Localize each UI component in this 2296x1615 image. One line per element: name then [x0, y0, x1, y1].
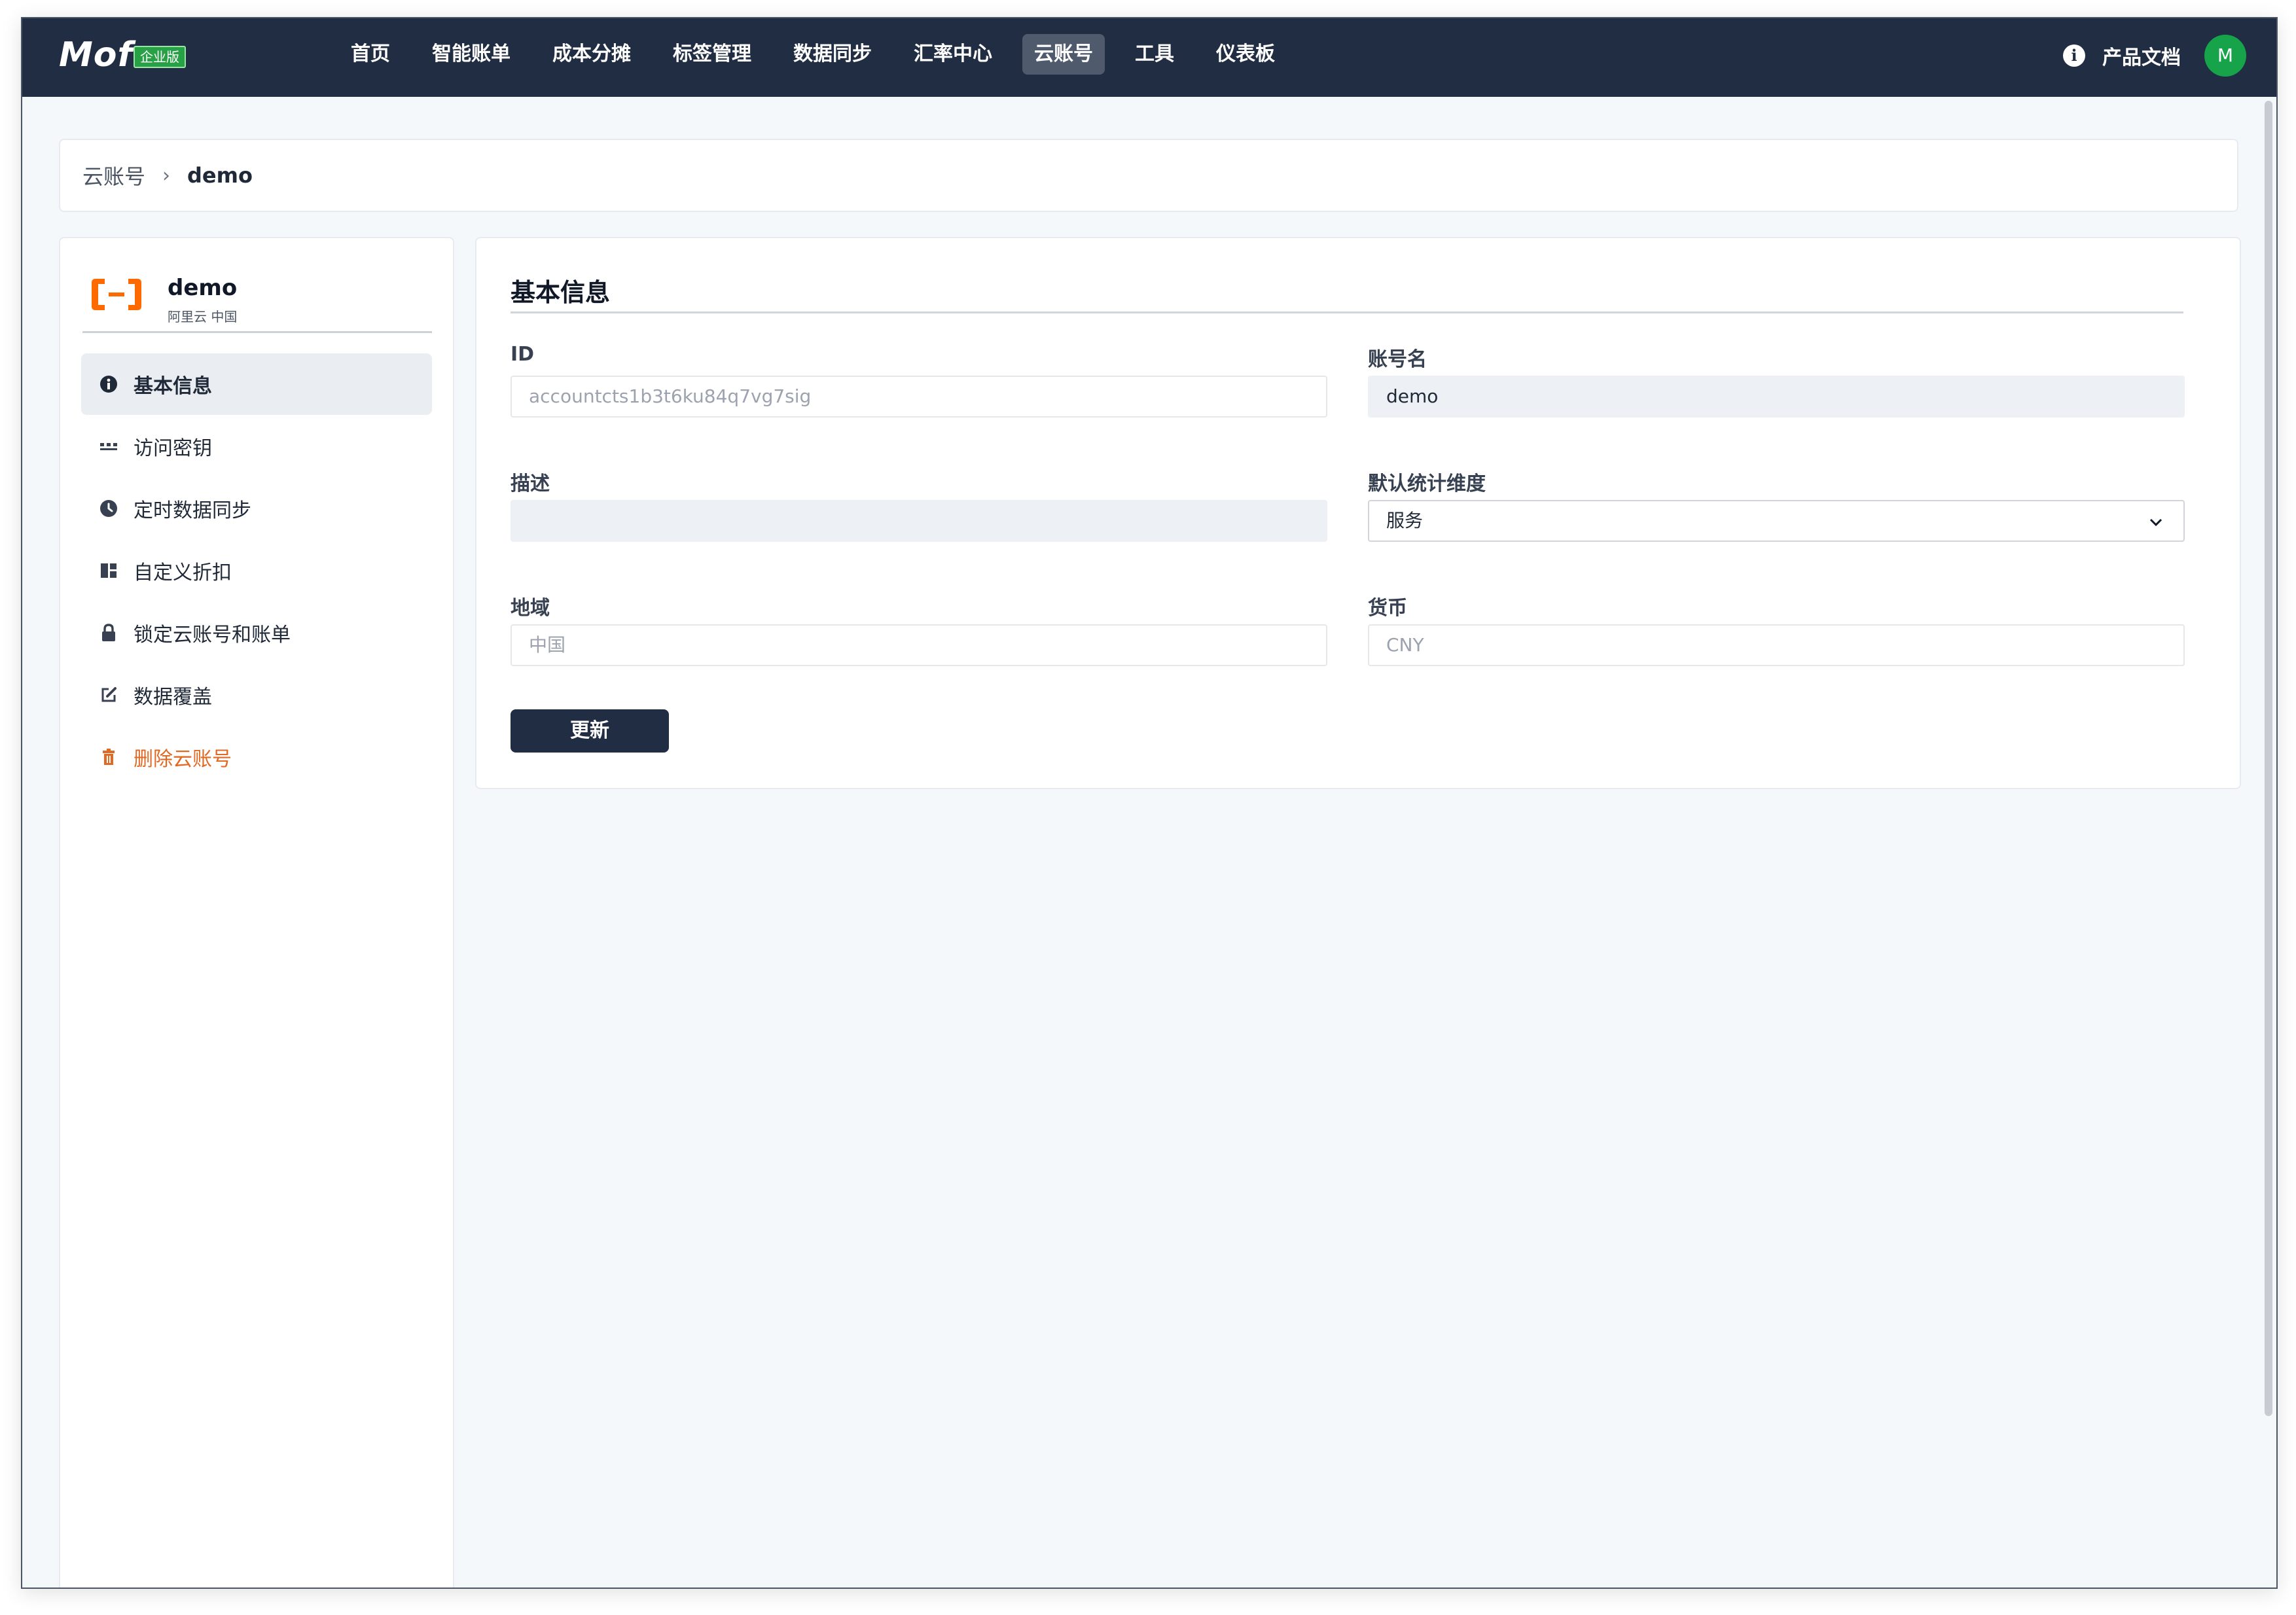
nav-item-dashboard[interactable]: 仪表板 [1204, 34, 1287, 75]
edit-icon [98, 684, 119, 705]
breadcrumb-current: demo [187, 163, 253, 188]
account-menu: 基本信息 访问密钥 定时数据同步 自定义折扣 锁定云账号和账单 数据覆盖 删除云… [81, 353, 432, 789]
nav-item-data-sync[interactable]: 数据同步 [781, 34, 884, 75]
account-header: demo 阿里云 中国 [82, 263, 432, 333]
nav-item-smart-bill[interactable]: 智能账单 [420, 34, 522, 75]
app-window: Mof 企业版 首页 智能账单 成本分摊 标签管理 数据同步 汇率中心 云账号 … [21, 17, 2278, 1589]
account-name: demo [168, 275, 238, 301]
product-docs-link[interactable]: 产品文档 [2102, 41, 2181, 70]
app-logo[interactable]: Mof [59, 35, 133, 75]
nav-item-exchange-rate[interactable]: 汇率中心 [902, 34, 1004, 75]
nav-item-home[interactable]: 首页 [339, 34, 402, 75]
id-field[interactable]: accountcts1b3t6ku84q7vg7sig [511, 376, 1327, 417]
info-icon [98, 374, 119, 395]
account-provider-region: 阿里云 中国 [168, 309, 238, 325]
sidebar-item-label: 数据覆盖 [134, 686, 212, 709]
aliyun-logo-icon [92, 279, 141, 310]
nav-item-tag-management[interactable]: 标签管理 [661, 34, 763, 75]
top-right-actions: i 产品文档 M [2063, 34, 2246, 77]
sidebar-item-label: 删除云账号 [134, 748, 232, 771]
main-nav: 首页 智能账单 成本分摊 标签管理 数据同步 汇率中心 云账号 工具 仪表板 [339, 34, 1305, 75]
default-dimension-label: 默认统计维度 [1368, 472, 1486, 495]
sidebar-item-label: 锁定云账号和账单 [134, 624, 291, 647]
edition-badge: 企业版 [134, 46, 186, 68]
account-sidebar: demo 阿里云 中国 基本信息 访问密钥 定时数据同步 自定义折扣 锁定云账号… [59, 237, 454, 1588]
sidebar-item-label: 定时数据同步 [134, 499, 251, 522]
breadcrumb: 云账号 › demo [59, 139, 2238, 212]
trash-icon [98, 747, 119, 768]
id-label: ID [511, 343, 535, 366]
sidebar-item-basic-info[interactable]: 基本信息 [81, 353, 432, 415]
sidebar-item-label: 访问密钥 [134, 437, 212, 460]
chevron-down-icon [2149, 518, 2162, 527]
lock-icon [98, 622, 119, 643]
region-label: 地域 [511, 597, 550, 620]
account-name-field[interactable]: demo [1368, 376, 2185, 417]
sidebar-item-lock-account[interactable]: 锁定云账号和账单 [81, 602, 432, 664]
basic-info-panel: 基本信息 ID accountcts1b3t6ku84q7vg7sig 账号名 … [475, 237, 2241, 789]
description-field[interactable] [511, 500, 1327, 542]
sidebar-item-label: 自定义折扣 [134, 561, 232, 584]
currency-label: 货币 [1368, 597, 1407, 620]
sidebar-item-access-keys[interactable]: 访问密钥 [81, 416, 432, 477]
sidebar-item-delete-account[interactable]: 删除云账号 [81, 726, 432, 788]
info-icon[interactable]: i [2063, 44, 2085, 67]
top-navbar: Mof 企业版 首页 智能账单 成本分摊 标签管理 数据同步 汇率中心 云账号 … [22, 18, 2276, 97]
key-dots-icon [98, 436, 119, 457]
update-button[interactable]: 更新 [511, 709, 669, 753]
page-scrollbar[interactable] [2265, 101, 2272, 1416]
breadcrumb-root-link[interactable]: 云账号 [82, 160, 145, 190]
currency-field[interactable]: CNY [1368, 624, 2185, 666]
nav-item-cloud-accounts[interactable]: 云账号 [1022, 34, 1105, 75]
region-field[interactable]: 中国 [511, 624, 1327, 666]
sidebar-item-custom-discount[interactable]: 自定义折扣 [81, 540, 432, 601]
breadcrumb-separator: › [162, 164, 171, 187]
description-label: 描述 [511, 472, 550, 495]
section-title: 基本信息 [511, 272, 2183, 313]
default-dimension-value: 服务 [1386, 510, 1424, 531]
sidebar-item-label: 基本信息 [134, 375, 212, 398]
user-avatar[interactable]: M [2204, 35, 2246, 77]
account-name-label: 账号名 [1368, 348, 1427, 371]
nav-item-tools[interactable]: 工具 [1123, 34, 1186, 75]
nav-item-cost-allocation[interactable]: 成本分摊 [541, 34, 643, 75]
ticket-icon [98, 560, 119, 581]
sidebar-item-scheduled-sync[interactable]: 定时数据同步 [81, 478, 432, 539]
sidebar-item-data-override[interactable]: 数据覆盖 [81, 664, 432, 726]
clock-icon [98, 498, 119, 519]
default-dimension-select[interactable]: 服务 [1368, 500, 2185, 542]
